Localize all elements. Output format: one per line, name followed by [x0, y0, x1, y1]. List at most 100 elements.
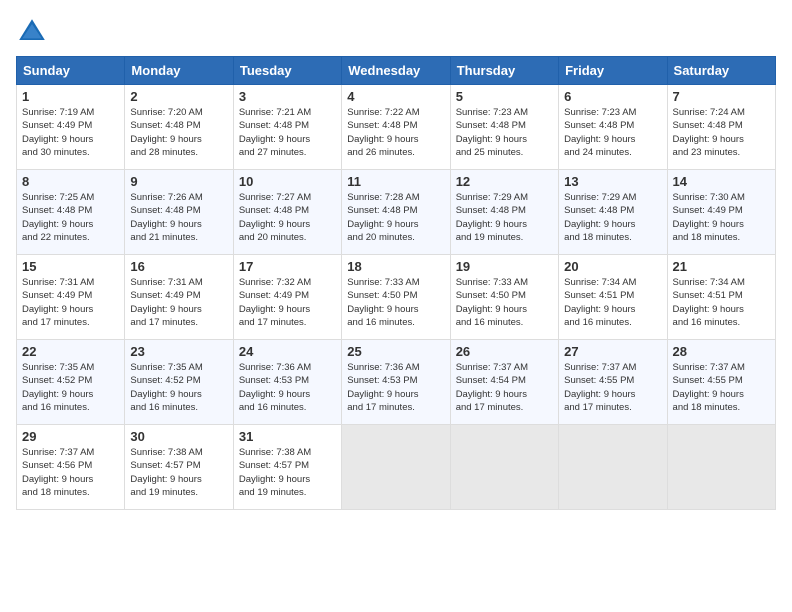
- day-info: Sunrise: 7:32 AM Sunset: 4:49 PM Dayligh…: [239, 276, 336, 329]
- calendar-cell: 14 Sunrise: 7:30 AM Sunset: 4:49 PM Dayli…: [667, 170, 775, 255]
- day-number: 17: [239, 259, 336, 274]
- day-info: Sunrise: 7:29 AM Sunset: 4:48 PM Dayligh…: [456, 191, 553, 244]
- calendar-cell: 28 Sunrise: 7:37 AM Sunset: 4:55 PM Dayli…: [667, 340, 775, 425]
- day-info: Sunrise: 7:19 AM Sunset: 4:49 PM Dayligh…: [22, 106, 119, 159]
- day-info: Sunrise: 7:26 AM Sunset: 4:48 PM Dayligh…: [130, 191, 227, 244]
- day-info: Sunrise: 7:38 AM Sunset: 4:57 PM Dayligh…: [130, 446, 227, 499]
- day-info: Sunrise: 7:34 AM Sunset: 4:51 PM Dayligh…: [564, 276, 661, 329]
- day-number: 27: [564, 344, 661, 359]
- header: [16, 16, 776, 48]
- day-number: 7: [673, 89, 770, 104]
- calendar-cell: 20 Sunrise: 7:34 AM Sunset: 4:51 PM Dayli…: [559, 255, 667, 340]
- calendar-cell: 25 Sunrise: 7:36 AM Sunset: 4:53 PM Dayli…: [342, 340, 450, 425]
- day-header-saturday: Saturday: [667, 57, 775, 85]
- day-info: Sunrise: 7:36 AM Sunset: 4:53 PM Dayligh…: [347, 361, 444, 414]
- day-info: Sunrise: 7:28 AM Sunset: 4:48 PM Dayligh…: [347, 191, 444, 244]
- day-number: 5: [456, 89, 553, 104]
- day-info: Sunrise: 7:35 AM Sunset: 4:52 PM Dayligh…: [130, 361, 227, 414]
- logo: [16, 16, 52, 48]
- day-info: Sunrise: 7:21 AM Sunset: 4:48 PM Dayligh…: [239, 106, 336, 159]
- day-info: Sunrise: 7:22 AM Sunset: 4:48 PM Dayligh…: [347, 106, 444, 159]
- day-number: 22: [22, 344, 119, 359]
- day-number: 28: [673, 344, 770, 359]
- calendar-cell: 9 Sunrise: 7:26 AM Sunset: 4:48 PM Daylig…: [125, 170, 233, 255]
- day-info: Sunrise: 7:37 AM Sunset: 4:54 PM Dayligh…: [456, 361, 553, 414]
- day-header-tuesday: Tuesday: [233, 57, 341, 85]
- day-header-friday: Friday: [559, 57, 667, 85]
- calendar-cell: 18Sunrise: 7:33 AM Sunset: 4:50 PM Dayli…: [342, 255, 450, 340]
- day-number: 25: [347, 344, 444, 359]
- week-row-2: 8 Sunrise: 7:25 AM Sunset: 4:48 PM Daylig…: [17, 170, 776, 255]
- calendar-cell: 29 Sunrise: 7:37 AM Sunset: 4:56 PM Dayli…: [17, 425, 125, 510]
- header-row: SundayMondayTuesdayWednesdayThursdayFrid…: [17, 57, 776, 85]
- calendar-cell: 8 Sunrise: 7:25 AM Sunset: 4:48 PM Daylig…: [17, 170, 125, 255]
- calendar-cell: 31 Sunrise: 7:38 AM Sunset: 4:57 PM Dayli…: [233, 425, 341, 510]
- day-info: Sunrise: 7:31 AM Sunset: 4:49 PM Dayligh…: [22, 276, 119, 329]
- day-info: Sunrise: 7:23 AM Sunset: 4:48 PM Dayligh…: [564, 106, 661, 159]
- week-row-4: 22 Sunrise: 7:35 AM Sunset: 4:52 PM Dayli…: [17, 340, 776, 425]
- day-header-thursday: Thursday: [450, 57, 558, 85]
- day-number: 8: [22, 174, 119, 189]
- day-number: 16: [130, 259, 227, 274]
- day-number: 19: [456, 259, 553, 274]
- day-info: Sunrise: 7:37 AM Sunset: 4:56 PM Dayligh…: [22, 446, 119, 499]
- calendar-cell: 12 Sunrise: 7:29 AM Sunset: 4:48 PM Dayli…: [450, 170, 558, 255]
- calendar-cell: [667, 425, 775, 510]
- day-number: 18: [347, 259, 444, 274]
- calendar-cell: 23 Sunrise: 7:35 AM Sunset: 4:52 PM Dayli…: [125, 340, 233, 425]
- day-number: 23: [130, 344, 227, 359]
- calendar-cell: 15 Sunrise: 7:31 AM Sunset: 4:49 PM Dayli…: [17, 255, 125, 340]
- day-number: 24: [239, 344, 336, 359]
- calendar-cell: 11 Sunrise: 7:28 AM Sunset: 4:48 PM Dayli…: [342, 170, 450, 255]
- calendar-cell: 27 Sunrise: 7:37 AM Sunset: 4:55 PM Dayli…: [559, 340, 667, 425]
- day-info: Sunrise: 7:24 AM Sunset: 4:48 PM Dayligh…: [673, 106, 770, 159]
- day-info: Sunrise: 7:37 AM Sunset: 4:55 PM Dayligh…: [673, 361, 770, 414]
- day-info: Sunrise: 7:36 AM Sunset: 4:53 PM Dayligh…: [239, 361, 336, 414]
- day-header-wednesday: Wednesday: [342, 57, 450, 85]
- day-number: 15: [22, 259, 119, 274]
- day-header-sunday: Sunday: [17, 57, 125, 85]
- day-number: 12: [456, 174, 553, 189]
- calendar-cell: [450, 425, 558, 510]
- day-info: Sunrise: 7:35 AM Sunset: 4:52 PM Dayligh…: [22, 361, 119, 414]
- day-info: Sunrise: 7:37 AM Sunset: 4:55 PM Dayligh…: [564, 361, 661, 414]
- day-number: 31: [239, 429, 336, 444]
- calendar-cell: 2Sunrise: 7:20 AM Sunset: 4:48 PM Daylig…: [125, 85, 233, 170]
- day-info: Sunrise: 7:34 AM Sunset: 4:51 PM Dayligh…: [673, 276, 770, 329]
- day-number: 9: [130, 174, 227, 189]
- week-row-5: 29 Sunrise: 7:37 AM Sunset: 4:56 PM Dayli…: [17, 425, 776, 510]
- day-info: Sunrise: 7:29 AM Sunset: 4:48 PM Dayligh…: [564, 191, 661, 244]
- day-header-monday: Monday: [125, 57, 233, 85]
- day-info: Sunrise: 7:38 AM Sunset: 4:57 PM Dayligh…: [239, 446, 336, 499]
- day-info: Sunrise: 7:33 AM Sunset: 4:50 PM Dayligh…: [456, 276, 553, 329]
- calendar-cell: 10Sunrise: 7:27 AM Sunset: 4:48 PM Dayli…: [233, 170, 341, 255]
- calendar-cell: 19 Sunrise: 7:33 AM Sunset: 4:50 PM Dayli…: [450, 255, 558, 340]
- day-number: 1: [22, 89, 119, 104]
- day-number: 3: [239, 89, 336, 104]
- calendar-cell: 22 Sunrise: 7:35 AM Sunset: 4:52 PM Dayli…: [17, 340, 125, 425]
- day-number: 29: [22, 429, 119, 444]
- day-info: Sunrise: 7:27 AM Sunset: 4:48 PM Dayligh…: [239, 191, 336, 244]
- calendar-cell: 7 Sunrise: 7:24 AM Sunset: 4:48 PM Daylig…: [667, 85, 775, 170]
- logo-icon: [16, 16, 48, 48]
- calendar-cell: 30Sunrise: 7:38 AM Sunset: 4:57 PM Dayli…: [125, 425, 233, 510]
- calendar-cell: 21 Sunrise: 7:34 AM Sunset: 4:51 PM Dayli…: [667, 255, 775, 340]
- calendar-cell: 1 Sunrise: 7:19 AM Sunset: 4:49 PM Daylig…: [17, 85, 125, 170]
- calendar-cell: 26 Sunrise: 7:37 AM Sunset: 4:54 PM Dayli…: [450, 340, 558, 425]
- day-number: 14: [673, 174, 770, 189]
- day-number: 11: [347, 174, 444, 189]
- calendar-cell: 13Sunrise: 7:29 AM Sunset: 4:48 PM Dayli…: [559, 170, 667, 255]
- calendar-cell: 3 Sunrise: 7:21 AM Sunset: 4:48 PM Daylig…: [233, 85, 341, 170]
- calendar-cell: 5 Sunrise: 7:23 AM Sunset: 4:48 PM Daylig…: [450, 85, 558, 170]
- calendar-cell: 24 Sunrise: 7:36 AM Sunset: 4:53 PM Dayli…: [233, 340, 341, 425]
- calendar-cell: [342, 425, 450, 510]
- day-info: Sunrise: 7:23 AM Sunset: 4:48 PM Dayligh…: [456, 106, 553, 159]
- day-number: 4: [347, 89, 444, 104]
- day-number: 21: [673, 259, 770, 274]
- day-info: Sunrise: 7:30 AM Sunset: 4:49 PM Dayligh…: [673, 191, 770, 244]
- calendar-cell: 17 Sunrise: 7:32 AM Sunset: 4:49 PM Dayli…: [233, 255, 341, 340]
- calendar-cell: 16Sunrise: 7:31 AM Sunset: 4:49 PM Dayli…: [125, 255, 233, 340]
- day-info: Sunrise: 7:25 AM Sunset: 4:48 PM Dayligh…: [22, 191, 119, 244]
- day-number: 20: [564, 259, 661, 274]
- day-number: 26: [456, 344, 553, 359]
